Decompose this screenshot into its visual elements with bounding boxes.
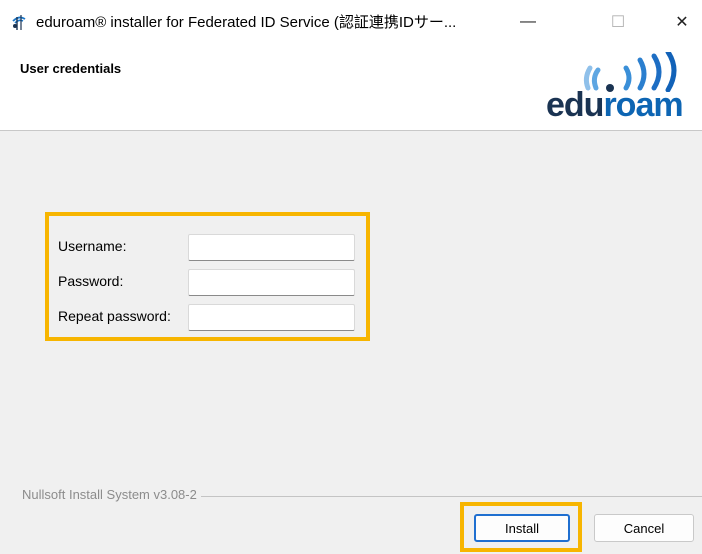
window-title: eduroam® installer for Federated ID Serv… bbox=[36, 14, 457, 31]
page-header: User credentials eduroam bbox=[0, 44, 702, 131]
installer-window: eduroam® installer for Federated ID Serv… bbox=[0, 0, 702, 554]
cancel-button[interactable]: Cancel bbox=[594, 514, 694, 542]
password-label: Password: bbox=[58, 273, 124, 289]
repeat-password-label: Repeat password: bbox=[58, 308, 171, 324]
install-button[interactable]: Install bbox=[474, 514, 570, 542]
close-icon[interactable]: ✕ bbox=[659, 0, 702, 44]
repeat-password-input[interactable] bbox=[188, 304, 355, 331]
page-title: User credentials bbox=[20, 61, 122, 76]
maximize-icon[interactable]: ☐ bbox=[595, 0, 641, 44]
password-input[interactable] bbox=[188, 269, 355, 296]
minimize-icon[interactable]: — bbox=[505, 0, 551, 44]
eduroam-app-icon bbox=[10, 12, 30, 32]
eduroam-logo: eduroam bbox=[540, 52, 700, 128]
username-input[interactable] bbox=[188, 234, 355, 261]
username-label: Username: bbox=[58, 238, 127, 254]
eduroam-logo-text: eduroam bbox=[546, 86, 684, 125]
title-bar: eduroam® installer for Federated ID Serv… bbox=[0, 0, 702, 44]
logo-text-edu: edu bbox=[546, 86, 604, 124]
logo-text-roam: roam bbox=[603, 86, 683, 124]
nsis-branding: Nullsoft Install System v3.08-2 bbox=[22, 487, 201, 502]
